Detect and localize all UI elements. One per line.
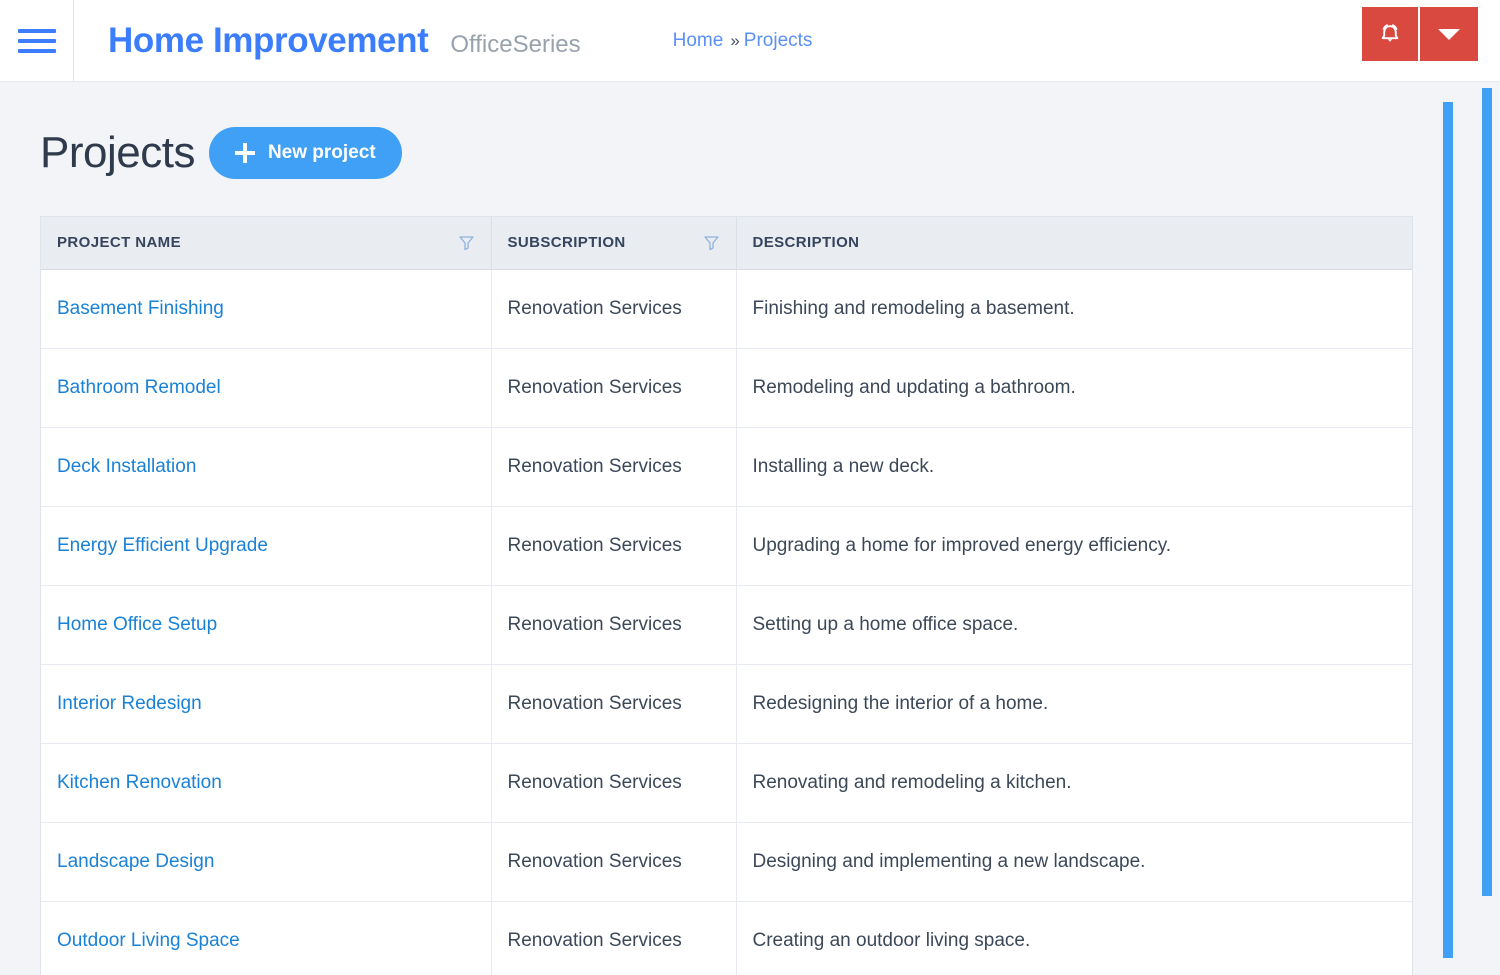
project-name-link[interactable]: Home Office Setup bbox=[57, 614, 217, 635]
table-row: Outdoor Living Space Renovation Services C… bbox=[41, 901, 1412, 975]
cell-project-name: Outdoor Living Space bbox=[41, 901, 492, 975]
cell-project-name: Deck Installation bbox=[41, 427, 492, 507]
cell-description: Redesigning the interior of a home. bbox=[736, 664, 1412, 744]
table-row: Kitchen Renovation Renovation Services Ren… bbox=[41, 743, 1412, 823]
alarm-bell-icon bbox=[1381, 24, 1399, 42]
alarm-notification-button[interactable] bbox=[1362, 7, 1420, 61]
cell-description: Installing a new deck. bbox=[736, 427, 1412, 507]
cell-project-name: Home Office Setup bbox=[41, 585, 492, 665]
cell-subscription: Renovation Services bbox=[491, 427, 737, 507]
cell-subscription: Renovation Services bbox=[491, 901, 737, 975]
page-title: Projects bbox=[40, 128, 195, 177]
page-content: Projects New project PROJECT NAME SUBSCR… bbox=[0, 82, 1500, 975]
topbar-dropdown-button[interactable] bbox=[1420, 7, 1478, 61]
cell-project-name: Energy Efficient Upgrade bbox=[41, 506, 492, 586]
top-header-bar: Home Improvement OfficeSeries Home » Pro… bbox=[0, 0, 1500, 82]
cell-subscription: Renovation Services bbox=[491, 348, 737, 428]
cell-description: Finishing and remodeling a basement. bbox=[736, 269, 1412, 349]
cell-project-name: Basement Finishing bbox=[41, 269, 492, 349]
table-row: Landscape Design Renovation Services Desig… bbox=[41, 822, 1412, 902]
cell-subscription: Renovation Services bbox=[491, 269, 737, 349]
filter-funnel-icon[interactable] bbox=[458, 234, 475, 251]
new-project-button-label: New project bbox=[267, 142, 376, 163]
cell-description: Setting up a home office space. bbox=[736, 585, 1412, 665]
new-project-button[interactable]: New project bbox=[208, 127, 402, 179]
cell-subscription: Renovation Services bbox=[491, 664, 737, 744]
breadcrumb: Home » Projects bbox=[673, 30, 813, 52]
column-header-description: DESCRIPTION bbox=[736, 217, 1412, 270]
cell-subscription: Renovation Services bbox=[491, 743, 737, 823]
window-scrollbar-thumb[interactable] bbox=[1482, 88, 1492, 896]
cell-project-name: Kitchen Renovation bbox=[41, 743, 492, 823]
cell-subscription: Renovation Services bbox=[491, 585, 737, 665]
brand-title: Home Improvement bbox=[108, 21, 429, 60]
table-body: Basement Finishing Renovation Services Fin… bbox=[41, 269, 1412, 975]
cell-project-name: Interior Redesign bbox=[41, 664, 492, 744]
project-name-link[interactable]: Outdoor Living Space bbox=[57, 930, 240, 951]
table-row: Bathroom Remodel Renovation Services Remod… bbox=[41, 348, 1412, 428]
cell-project-name: Bathroom Remodel bbox=[41, 348, 492, 428]
table-header: PROJECT NAME SUBSCRIPTION DESCRIPTION bbox=[41, 217, 1412, 270]
cell-project-name: Landscape Design bbox=[41, 822, 492, 902]
table-header-row: PROJECT NAME SUBSCRIPTION DESCRIPTION bbox=[41, 217, 1412, 270]
column-header-label: SUBSCRIPTION bbox=[507, 234, 626, 252]
cell-subscription: Renovation Services bbox=[491, 506, 737, 586]
hamburger-menu-icon[interactable] bbox=[0, 0, 74, 82]
plus-icon bbox=[234, 143, 255, 163]
cell-description: Designing and implementing a new landsca… bbox=[736, 822, 1412, 902]
column-header-label: PROJECT NAME bbox=[57, 234, 181, 252]
column-header-subscription[interactable]: SUBSCRIPTION bbox=[491, 217, 737, 270]
projects-table: PROJECT NAME SUBSCRIPTION DESCRIPTION Ba… bbox=[41, 217, 1412, 975]
breadcrumb-separator: » bbox=[730, 30, 740, 50]
table-row: Energy Efficient Upgrade Renovation Servi… bbox=[41, 506, 1412, 586]
table-row: Interior Redesign Renovation Services Rede… bbox=[41, 664, 1412, 744]
project-name-link[interactable]: Landscape Design bbox=[57, 851, 214, 872]
topbar-actions bbox=[1362, 7, 1478, 61]
cell-description: Creating an outdoor living space. bbox=[752, 929, 1031, 951]
hamburger-bar bbox=[17, 28, 56, 33]
cell-subscription: Renovation Services bbox=[491, 822, 737, 902]
breadcrumb-item-projects[interactable]: Projects bbox=[744, 30, 813, 52]
hamburger-bar bbox=[17, 38, 56, 43]
breadcrumb-item-home[interactable]: Home bbox=[673, 30, 724, 52]
content-scrollbar-thumb[interactable] bbox=[1443, 102, 1453, 958]
projects-table-container: PROJECT NAME SUBSCRIPTION DESCRIPTION Ba… bbox=[40, 216, 1413, 975]
cell-description: Remodeling and updating a bathroom. bbox=[736, 348, 1412, 428]
table-row: Deck Installation Renovation Services Inst… bbox=[41, 427, 1412, 507]
cell-description: Renovating and remodeling a kitchen. bbox=[736, 743, 1412, 823]
project-name-link[interactable]: Basement Finishing bbox=[57, 298, 224, 319]
page-header: Projects New project bbox=[0, 82, 1500, 179]
brand-subtitle: OfficeSeries bbox=[450, 31, 581, 58]
caret-down-icon bbox=[1438, 28, 1460, 40]
table-row: Home Office Setup Renovation Services Sett… bbox=[41, 585, 1412, 665]
column-header-label: DESCRIPTION bbox=[752, 234, 860, 252]
filter-funnel-icon[interactable] bbox=[703, 234, 720, 251]
hamburger-bar bbox=[17, 48, 56, 53]
table-row: Basement Finishing Renovation Services Fin… bbox=[41, 269, 1412, 349]
cell-description: Upgrading a home for improved energy eff… bbox=[736, 506, 1412, 586]
brand-block: Home Improvement OfficeSeries bbox=[74, 23, 581, 58]
project-name-link[interactable]: Deck Installation bbox=[57, 456, 196, 477]
project-name-link[interactable]: Energy Efficient Upgrade bbox=[57, 535, 268, 556]
project-name-link[interactable]: Kitchen Renovation bbox=[57, 772, 222, 793]
project-name-link[interactable]: Interior Redesign bbox=[57, 693, 202, 714]
column-header-project-name[interactable]: PROJECT NAME bbox=[41, 217, 492, 270]
project-name-link[interactable]: Bathroom Remodel bbox=[57, 377, 221, 398]
